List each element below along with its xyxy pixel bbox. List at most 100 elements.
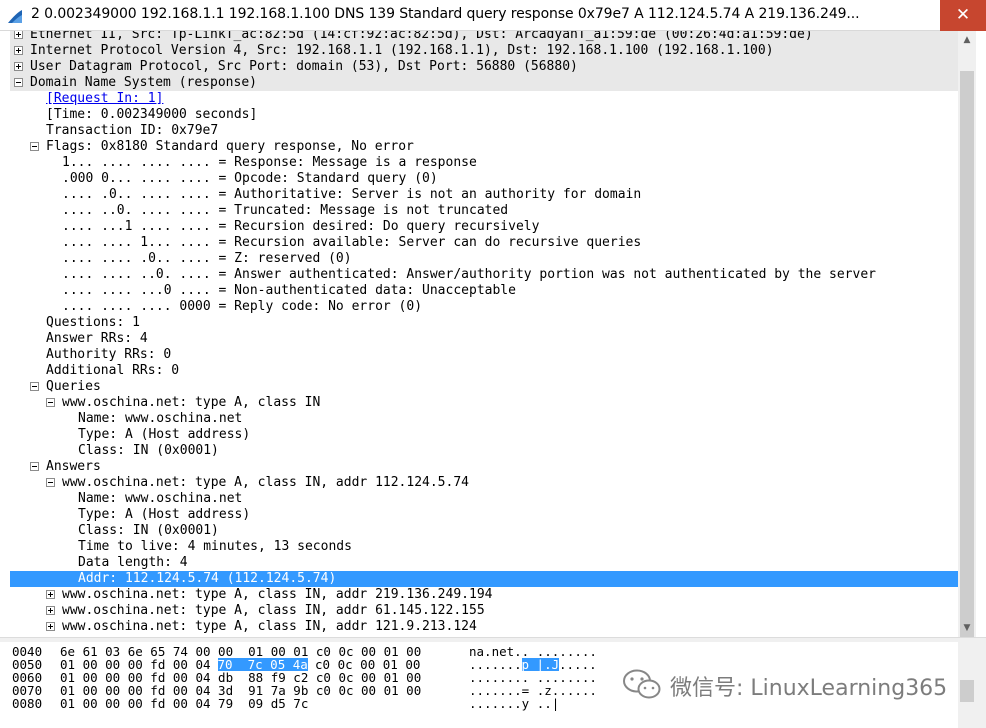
tree-row[interactable]: Name: www.oschina.net [10,491,958,507]
close-icon: ✕ [955,5,971,25]
details-vertical-scrollbar[interactable]: ▲ ▼ [958,31,976,651]
tree-row-label: Type: A (Host address) [78,427,251,442]
tree-row-label: www.oschina.net: type A, class IN, addr … [62,619,477,634]
tree-row[interactable]: .... .... 1... .... = Recursion availabl… [10,235,958,251]
tree-row[interactable]: .... .... ..0. .... = Answer authenticat… [10,267,958,283]
collapse-minus-icon[interactable] [30,462,39,471]
tree-row[interactable]: Name: www.oschina.net [10,411,958,427]
expand-plus-icon[interactable] [46,606,55,615]
tree-row-label: Flags: 0x8180 Standard query response, N… [46,139,414,154]
tree-row[interactable]: .... ..0. .... .... = Truncated: Message… [10,203,958,219]
tree-row[interactable]: 1... .... .... .... = Response: Message … [10,155,958,171]
collapse-minus-icon[interactable] [46,478,55,487]
tree-row[interactable]: Additional RRs: 0 [10,363,958,379]
title-bar: 2 0.002349000 192.168.1.1 192.168.1.100 … [0,0,986,31]
tree-row-label: Answer RRs: 4 [46,331,148,346]
tree-row[interactable]: Answers [10,459,958,475]
tree-row-link[interactable]: [Request In: 1] [46,91,163,107]
tree-row-label: Additional RRs: 0 [46,363,180,378]
tree-row-label: .... .... 1... .... = Recursion availabl… [62,235,642,250]
tree-row-label: Domain Name System (response) [30,75,257,90]
tree-row[interactable]: [Time: 0.002349000 seconds] [10,107,958,123]
collapse-minus-icon[interactable] [14,78,23,87]
expand-plus-icon[interactable] [14,31,23,39]
tree-row[interactable]: Time to live: 4 minutes, 13 seconds [10,539,958,555]
tree-row[interactable]: Type: A (Host address) [10,427,958,443]
close-button[interactable]: ✕ [940,0,986,31]
tree-row-label: .... ..0. .... .... = Truncated: Message… [62,203,509,218]
tree-row-label: .000 0... .... .... = Opcode: Standard q… [62,171,438,186]
tree-row[interactable]: Queries [10,379,958,395]
tree-row[interactable]: Authority RRs: 0 [10,347,958,363]
tree-row[interactable]: .000 0... .... .... = Opcode: Standard q… [10,171,958,187]
scroll-up-icon[interactable]: ▲ [958,31,976,49]
tree-row[interactable]: Data length: 4 [10,555,958,571]
packet-details-pane[interactable]: Ethernet II, Src: Tp-LinkT_ac:82:5d (14:… [10,31,958,637]
expand-plus-icon[interactable] [14,46,23,55]
expand-plus-icon[interactable] [14,62,23,71]
tree-row-label: .... .... ..0. .... = Answer authenticat… [62,267,876,282]
tree-row[interactable]: User Datagram Protocol, Src Port: domain… [10,59,958,75]
collapse-minus-icon[interactable] [30,142,39,151]
tree-row[interactable]: .... .... .... 0000 = Reply code: No err… [10,299,958,315]
tree-row[interactable]: Internet Protocol Version 4, Src: 192.16… [10,43,958,59]
tree-row-label: Questions: 1 [46,315,140,330]
expand-plus-icon[interactable] [46,622,55,631]
tree-row-label: www.oschina.net: type A, class IN, addr … [62,603,485,618]
collapse-minus-icon[interactable] [30,382,39,391]
tree-row-label: www.oschina.net: type A, class IN [62,395,321,410]
bytes-vertical-scrollbar[interactable] [958,642,986,728]
tree-row[interactable]: www.oschina.net: type A, class IN, addr … [10,587,958,603]
tree-row-label: Transaction ID: 0x79e7 [46,123,219,138]
tree-row-label: Queries [46,379,101,394]
tree-row-label: .... .... .0.. .... = Z: reserved (0) [62,251,352,266]
tree-row[interactable]: www.oschina.net: type A, class IN [10,395,958,411]
tree-row-label: Type: A (Host address) [78,507,251,522]
tree-row[interactable]: Flags: 0x8180 Standard query response, N… [10,139,958,155]
expand-plus-icon[interactable] [46,590,55,599]
tree-row[interactable]: .... ...1 .... .... = Recursion desired:… [10,219,958,235]
tree-row-label: Ethernet II, Src: Tp-LinkT_ac:82:5d (14:… [30,31,813,42]
tree-row-label: www.oschina.net: type A, class IN, addr … [62,475,469,490]
tree-row-label: .... .... .... 0000 = Reply code: No err… [62,299,423,314]
hex-bytes: 01 00 00 00 fd 00 04 79 09 d5 7c [60,696,309,711]
tree-row[interactable]: Domain Name System (response) [10,75,958,91]
tree-row[interactable]: .... .... .0.. .... = Z: reserved (0) [10,251,958,267]
tree-row-label: Internet Protocol Version 4, Src: 192.16… [30,43,774,58]
window-title: 2 0.002349000 192.168.1.1 192.168.1.100 … [31,6,860,22]
wechat-icon [623,669,661,699]
tree-row[interactable]: Answer RRs: 4 [10,331,958,347]
scroll-down-icon[interactable]: ▼ [958,619,976,637]
tree-row[interactable]: [Request In: 1] [10,91,958,107]
tree-row-label: [Time: 0.002349000 seconds] [46,107,258,122]
watermark: 微信号: LinuxLearning365 [622,664,962,704]
tree-row[interactable]: Questions: 1 [10,315,958,331]
tree-row[interactable]: www.oschina.net: type A, class IN, addr … [10,475,958,491]
tree-row[interactable]: www.oschina.net: type A, class IN, addr … [10,603,958,619]
tree-row-label: www.oschina.net: type A, class IN, addr … [62,587,493,602]
tree-row-label: Name: www.oschina.net [78,491,243,506]
bytes-scrollbar-thumb[interactable] [960,680,974,702]
tree-row[interactable]: .... .... ...0 .... = Non-authenticated … [10,283,958,299]
tree-row[interactable]: Class: IN (0x0001) [10,443,958,459]
hex-ascii: .......y ..| [469,696,560,711]
tree-row[interactable]: www.oschina.net: type A, class IN, addr … [10,619,958,635]
tree-row-label: Class: IN (0x0001) [78,443,219,458]
tree-row-label: Addr: 112.124.5.74 (112.124.5.74) [78,571,337,586]
tree-row-label: Answers [46,459,101,474]
watermark-text: 微信号: LinuxLearning365 [670,676,948,701]
scrollbar-thumb[interactable] [960,71,974,651]
tree-row-label: Data length: 4 [78,555,188,570]
tree-row-label: Name: www.oschina.net [78,411,243,426]
tree-row-label: 1... .... .... .... = Response: Message … [62,155,477,170]
tree-row[interactable]: .... .0.. .... .... = Authoritative: Ser… [10,187,958,203]
tree-row[interactable]: Class: IN (0x0001) [10,523,958,539]
tree-row[interactable]: Addr: 112.124.5.74 (112.124.5.74) [10,571,958,587]
tree-row[interactable]: Transaction ID: 0x79e7 [10,123,958,139]
tree-row[interactable]: Ethernet II, Src: Tp-LinkT_ac:82:5d (14:… [10,31,958,43]
tree-row-label: .... ...1 .... .... = Recursion desired:… [62,219,540,234]
hex-offset: 0080 [12,696,43,711]
tree-row[interactable]: Type: A (Host address) [10,507,958,523]
tree-row-label: Time to live: 4 minutes, 13 seconds [78,539,352,554]
collapse-minus-icon[interactable] [46,398,55,407]
